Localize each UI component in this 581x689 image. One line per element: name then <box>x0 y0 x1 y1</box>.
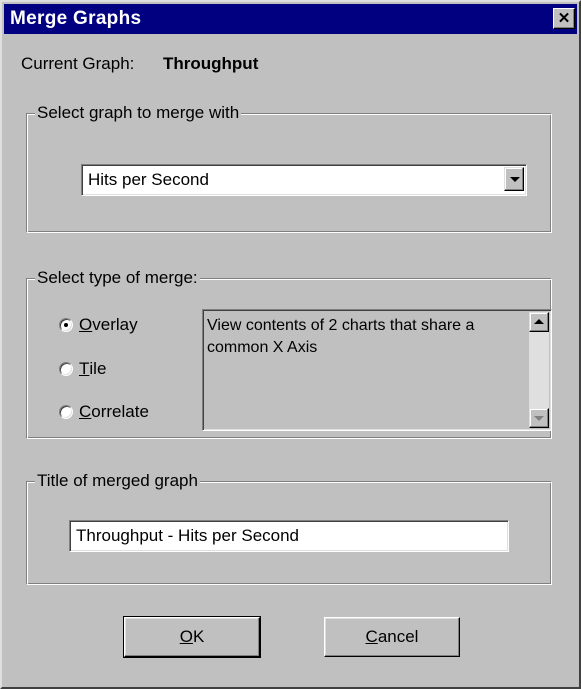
merged-title-value: Throughput - Hits per Second <box>76 526 300 545</box>
radio-overlay[interactable]: Overlay <box>59 315 189 337</box>
radio-correlate-label: Correlate <box>79 402 149 421</box>
radio-button-correlate[interactable] <box>59 405 73 419</box>
scroll-down-icon <box>534 416 544 421</box>
current-graph-label: Current Graph: <box>21 54 135 73</box>
merge-graphs-dialog: Merge Graphs ✕ Current Graph: Throughput… <box>0 0 581 689</box>
scroll-down-button[interactable] <box>529 408 549 428</box>
ok-button-label: OK <box>179 627 205 646</box>
cancel-button[interactable]: Cancel <box>324 617 460 657</box>
close-icon: ✕ <box>557 10 571 27</box>
scroll-up-icon <box>534 319 544 324</box>
close-button[interactable]: ✕ <box>553 8 575 29</box>
dropdown-button[interactable] <box>504 167 524 191</box>
radio-button-tile[interactable] <box>59 362 73 376</box>
description-scrollbar[interactable] <box>529 312 549 428</box>
dialog-title: Merge Graphs <box>10 8 142 29</box>
scroll-up-button[interactable] <box>529 312 549 332</box>
merge-with-legend: Select graph to merge with <box>35 103 242 123</box>
merge-with-selected: Hits per Second <box>88 170 209 189</box>
merged-title-input[interactable]: Throughput - Hits per Second <box>69 520 509 552</box>
merge-description-text: View contents of 2 charts that share a c… <box>207 317 475 356</box>
title-bar[interactable]: Merge Graphs ✕ <box>4 4 577 34</box>
radio-tile[interactable]: Tile <box>59 359 189 381</box>
current-graph-value: Throughput <box>163 54 259 73</box>
ok-button[interactable]: OK <box>123 616 261 658</box>
radio-overlay-label: Overlay <box>79 315 138 334</box>
cancel-button-label: Cancel <box>365 627 419 646</box>
radio-tile-label: Tile <box>79 359 107 378</box>
merge-with-dropdown[interactable]: Hits per Second <box>81 164 527 196</box>
radio-correlate[interactable]: Correlate <box>59 402 189 424</box>
radio-button-overlay[interactable] <box>59 318 73 332</box>
merge-description-box: View contents of 2 charts that share a c… <box>202 309 552 431</box>
merge-type-legend: Select type of merge: <box>35 268 200 288</box>
chevron-down-icon <box>510 177 520 182</box>
radio-selected-dot <box>64 323 68 327</box>
merged-title-legend: Title of merged graph <box>35 471 200 491</box>
